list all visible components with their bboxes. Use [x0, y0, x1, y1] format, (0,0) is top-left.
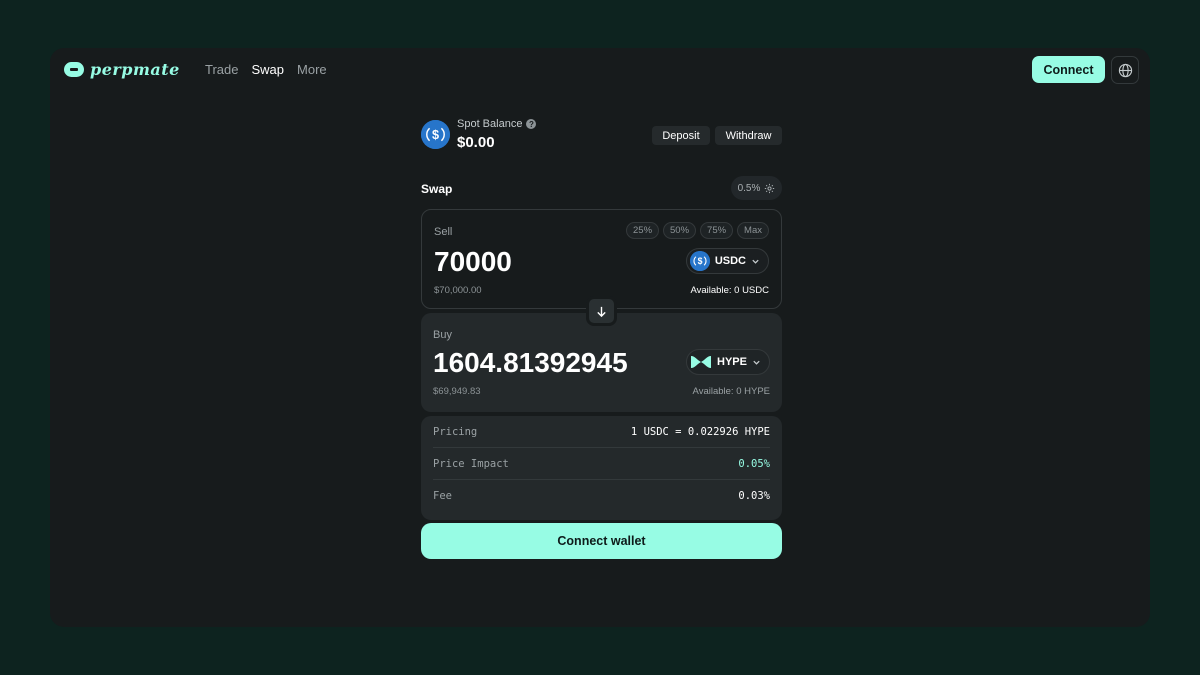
sell-amount-input[interactable]: 70000	[434, 246, 512, 278]
swap-title: Swap	[421, 182, 453, 196]
buy-card: Buy 1604.81392945 HYPE $69,949.83 Availa…	[421, 313, 782, 412]
svg-text:$: $	[697, 256, 702, 266]
connect-button[interactable]: Connect	[1032, 56, 1105, 83]
nav-links: Trade Swap More	[205, 62, 327, 77]
usdc-token-icon: $	[689, 251, 710, 271]
language-button[interactable]	[1111, 56, 1139, 84]
detail-label: Price Impact	[433, 457, 509, 470]
nav-link-trade[interactable]: Trade	[205, 62, 238, 77]
detail-value: 0.05%	[738, 457, 770, 470]
connect-wallet-button[interactable]: Connect wallet	[421, 523, 782, 559]
nav-link-swap[interactable]: Swap	[251, 62, 284, 77]
percent-buttons: 25% 50% 75% Max	[626, 222, 769, 239]
swap-details: Pricing 1 USDC = 0.022926 HYPE Price Imp…	[421, 416, 782, 520]
swap-header: Swap 0.5%	[421, 173, 782, 205]
detail-row-pricing: Pricing 1 USDC = 0.022926 HYPE	[433, 416, 770, 448]
buy-token-select[interactable]: HYPE	[686, 349, 770, 375]
swap-cards: Sell 25% 50% 75% Max 70000 $ USDC $70,00…	[421, 209, 782, 412]
swap-panel: $ Spot Balance ? $0.00 Deposit Withdraw …	[421, 118, 782, 559]
svg-text:$: $	[432, 128, 439, 142]
spot-balance-label-wrap: Spot Balance ?	[457, 118, 537, 130]
percent-75-button[interactable]: 75%	[700, 222, 734, 239]
percent-25-button[interactable]: 25%	[626, 222, 660, 239]
spot-balance-value: $0.00	[457, 134, 495, 151]
slippage-settings-button[interactable]: 0.5%	[731, 176, 782, 200]
percent-50-button[interactable]: 50%	[663, 222, 697, 239]
hype-token-icon	[691, 356, 712, 368]
globe-icon	[1118, 63, 1132, 77]
buy-usd-value: $69,949.83	[433, 386, 481, 397]
detail-row-fee: Fee 0.03%	[433, 480, 770, 512]
sell-label: Sell	[434, 226, 453, 238]
withdraw-button[interactable]: Withdraw	[715, 126, 782, 145]
help-icon[interactable]: ?	[526, 119, 537, 129]
chevron-down-icon	[752, 259, 759, 264]
detail-value: 0.03%	[738, 490, 770, 502]
nav-link-more[interactable]: More	[297, 62, 327, 77]
sell-available: Available: 0 USDC	[690, 285, 769, 296]
sell-token-select[interactable]: $ USDC	[685, 248, 769, 274]
buy-available: Available: 0 HYPE	[692, 386, 770, 397]
deposit-button[interactable]: Deposit	[652, 126, 710, 145]
arrow-down-icon	[597, 306, 606, 317]
buy-amount[interactable]: 1604.81392945	[433, 347, 628, 379]
spot-balance: $ Spot Balance ? $0.00 Deposit Withdraw	[421, 118, 782, 158]
detail-label: Pricing	[433, 425, 478, 438]
app-window: perpmate Trade Swap More Connect $ Spot …	[50, 48, 1150, 627]
slippage-value: 0.5%	[737, 182, 761, 194]
detail-label: Fee	[433, 490, 452, 502]
top-nav: perpmate Trade Swap More Connect	[50, 48, 1150, 92]
percent-max-button[interactable]: Max	[737, 222, 769, 239]
buy-label: Buy	[433, 329, 452, 341]
logo-text: perpmate	[90, 60, 180, 79]
spot-balance-label: Spot Balance	[457, 118, 523, 130]
sell-usd-value: $70,000.00	[434, 285, 482, 296]
detail-row-price-impact: Price Impact 0.05%	[433, 448, 770, 480]
flip-direction-button[interactable]	[586, 296, 617, 326]
sell-card: Sell 25% 50% 75% Max 70000 $ USDC $70,00…	[421, 209, 782, 309]
logo-mark-icon	[64, 62, 84, 77]
usdc-token-icon: $	[421, 120, 450, 149]
sell-token-symbol: USDC	[714, 255, 746, 267]
gear-icon	[765, 183, 775, 193]
buy-token-symbol: HYPE	[717, 356, 747, 368]
chevron-down-icon	[753, 360, 760, 365]
detail-value: 1 USDC = 0.022926 HYPE	[630, 425, 770, 438]
logo[interactable]: perpmate	[64, 60, 180, 79]
